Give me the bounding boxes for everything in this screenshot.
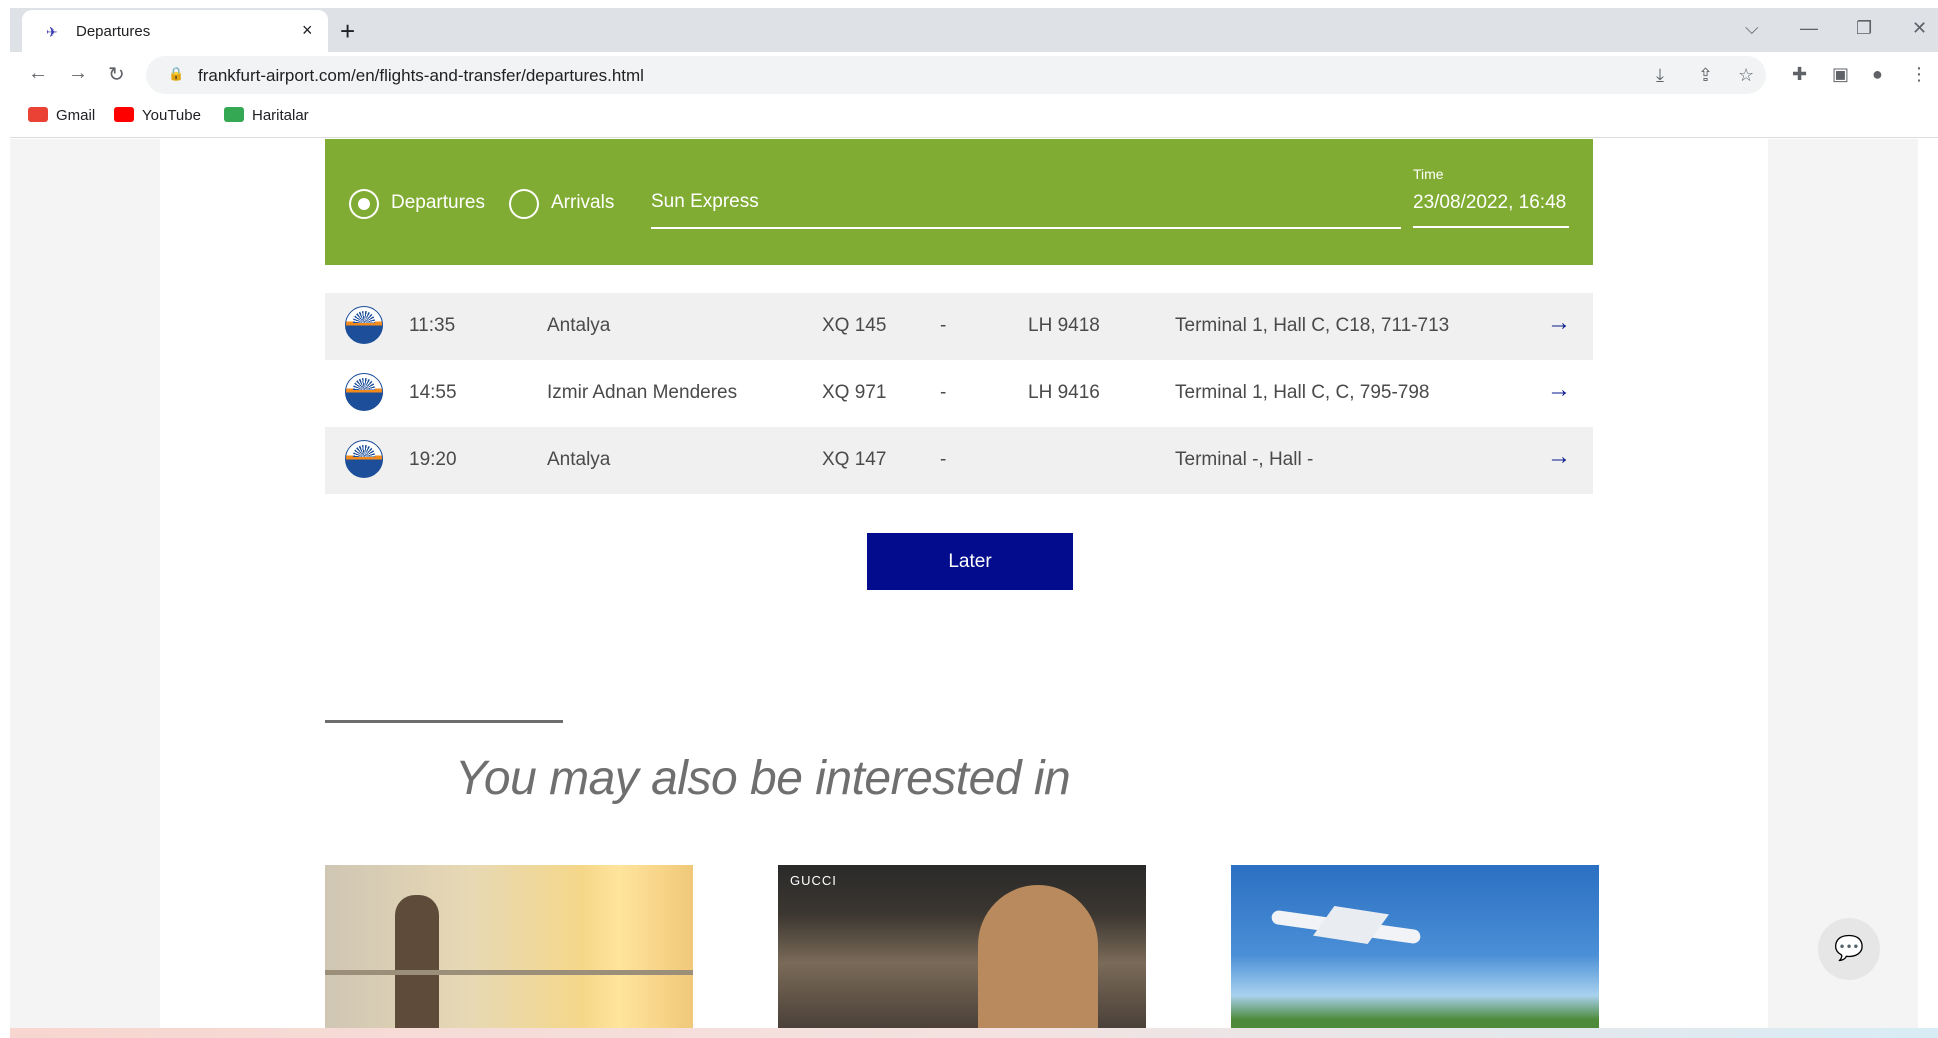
bookmark-gmail[interactable]: Gmail [28, 107, 95, 124]
profile-avatar-icon[interactable]: ● [1872, 64, 1883, 85]
departures-radio[interactable] [349, 189, 379, 219]
youtube-icon [114, 107, 134, 122]
flight-status: - [940, 315, 947, 336]
restore-icon[interactable]: ❐ [1856, 18, 1872, 39]
menu-kebab-icon[interactable]: ⋮ [1910, 64, 1928, 85]
browser-toolbar: ← → ↻ 🔒 frankfurt-airport.com/en/flights… [10, 52, 1938, 98]
tab-search-chevron-icon[interactable]: ⌵ [1745, 18, 1759, 39]
address-bar[interactable]: 🔒 frankfurt-airport.com/en/flights-and-t… [146, 56, 1766, 94]
flight-row[interactable]: 11:35 Antalya XQ 145 - LH 9418 Terminal … [325, 293, 1593, 360]
install-app-icon[interactable]: ⤓ [1656, 65, 1664, 86]
arrow-right-icon[interactable]: → [1547, 309, 1571, 337]
departures-label[interactable]: Departures [391, 192, 485, 214]
maps-icon [224, 107, 244, 122]
flight-row[interactable]: 14:55 Izmir Adnan Menderes XQ 971 - LH 9… [325, 360, 1593, 427]
section-divider [325, 720, 563, 723]
side-panel-icon[interactable]: ▣ [1832, 64, 1849, 85]
page-viewport: Departures Arrivals Sun Express Time 23/… [10, 139, 1918, 1028]
time-label: Time [1413, 166, 1444, 182]
new-tab-button[interactable]: + [340, 16, 355, 47]
section-title: You may also be interested in [455, 752, 1071, 805]
bookmark-youtube[interactable]: YouTube [114, 107, 201, 124]
flight-location: Terminal 1, Hall C, C, 795-798 [1175, 382, 1430, 403]
flight-status: - [940, 382, 947, 403]
codeshare-number: LH 9416 [1028, 382, 1100, 403]
reload-icon[interactable]: ↻ [108, 62, 125, 87]
arrow-right-icon[interactable]: → [1547, 376, 1571, 404]
flights-table: 11:35 Antalya XQ 145 - LH 9418 Terminal … [325, 293, 1593, 494]
back-icon[interactable]: ← [28, 62, 48, 85]
url-text[interactable]: frankfurt-airport.com/en/flights-and-tra… [198, 66, 644, 86]
airport-favicon-icon: ✈ [46, 24, 58, 40]
later-button[interactable]: Later [867, 533, 1073, 590]
codeshare-number: LH 9418 [1028, 315, 1100, 336]
bookmarks-bar: Gmail YouTube Haritalar [10, 98, 1938, 138]
browser-chrome: ✈ Departures × + ⌵ — ❐ ✕ ← → ↻ 🔒 frankfu… [10, 0, 1938, 138]
gmail-icon [28, 107, 48, 122]
tab-title: Departures [76, 23, 151, 40]
flight-time: 11:35 [409, 315, 456, 336]
tab-departures[interactable]: ✈ Departures × [22, 10, 328, 52]
bottom-strip [10, 1028, 1938, 1038]
flight-location: Terminal -, Hall - [1175, 449, 1314, 470]
extensions-icon[interactable]: ✚ [1792, 64, 1807, 85]
flight-time: 14:55 [409, 382, 457, 403]
arrow-right-icon[interactable]: → [1547, 443, 1571, 471]
flight-destination: Izmir Adnan Menderes [547, 382, 738, 403]
lock-icon[interactable]: 🔒 [168, 66, 184, 82]
close-tab-icon[interactable]: × [302, 20, 313, 41]
tab-strip: ✈ Departures × + ⌵ — ❐ ✕ [10, 8, 1938, 52]
search-value[interactable]: Sun Express [651, 191, 759, 213]
bookmark-star-icon[interactable]: ☆ [1738, 65, 1754, 86]
teaser-card-travel[interactable] [325, 865, 693, 1028]
page-content: Departures Arrivals Sun Express Time 23/… [160, 139, 1880, 1028]
flight-number: XQ 145 [822, 315, 887, 336]
bookmark-haritalar[interactable]: Haritalar [224, 107, 309, 124]
chat-icon[interactable]: 💬 [1818, 918, 1880, 980]
flight-location: Terminal 1, Hall C, C18, 711-713 [1175, 315, 1450, 336]
close-window-icon[interactable]: ✕ [1912, 18, 1927, 39]
shop-sign: GUCCI [790, 873, 837, 888]
flight-destination: Antalya [547, 449, 611, 470]
flight-row[interactable]: 19:20 Antalya XQ 147 - Terminal -, Hall … [325, 427, 1593, 494]
time-input[interactable]: 23/08/2022, 16:48 [1413, 184, 1569, 228]
forward-icon[interactable]: → [68, 62, 88, 85]
teaser-card-shopping[interactable]: GUCCI [778, 865, 1146, 1028]
sunexpress-logo-icon [345, 440, 383, 478]
sunexpress-logo-icon [345, 306, 383, 344]
teaser-card-airplane[interactable] [1231, 865, 1599, 1028]
airline-search-input[interactable]: Sun Express [651, 179, 1401, 229]
flight-number: XQ 971 [822, 382, 887, 403]
arrivals-radio[interactable] [509, 189, 539, 219]
flight-filter-bar: Departures Arrivals Sun Express Time 23/… [325, 139, 1593, 265]
flight-number: XQ 147 [822, 449, 887, 470]
share-icon[interactable]: ⇪ [1698, 65, 1713, 86]
flight-status: - [940, 449, 947, 470]
minimize-icon[interactable]: — [1800, 18, 1818, 39]
flight-destination: Antalya [547, 315, 611, 336]
arrivals-label[interactable]: Arrivals [551, 192, 614, 214]
sunexpress-logo-icon [345, 373, 383, 411]
time-value[interactable]: 23/08/2022, 16:48 [1413, 192, 1566, 214]
flight-time: 19:20 [409, 449, 457, 470]
